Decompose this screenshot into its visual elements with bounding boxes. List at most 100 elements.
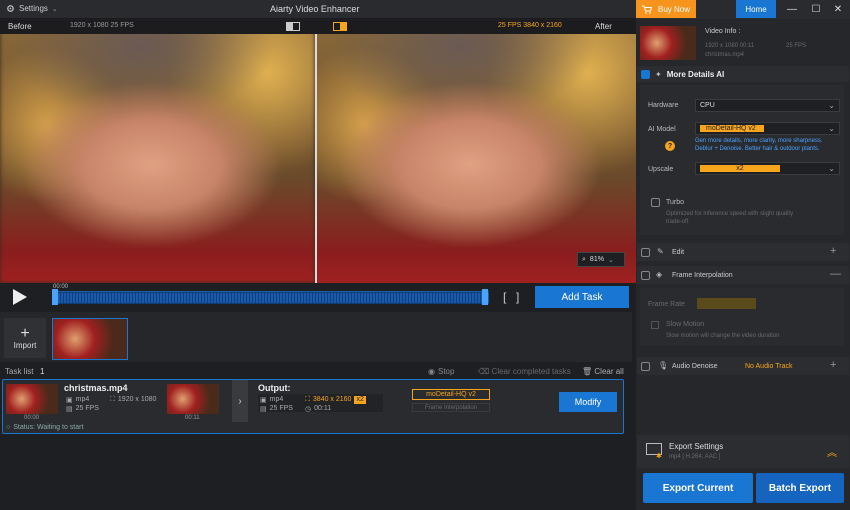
plus-icon[interactable]: + xyxy=(830,359,836,371)
stop-icon: ◉ xyxy=(428,367,435,376)
stop-label: Stop xyxy=(437,367,455,376)
more-details-header[interactable]: ✦ More Details AI xyxy=(637,66,849,82)
frame-interp-row[interactable] xyxy=(637,266,849,284)
upscale-label: Upscale xyxy=(648,166,674,173)
arrow-right-icon: › xyxy=(232,380,248,422)
task-thumbnail-start xyxy=(6,384,58,414)
audio-denoise-checkbox[interactable] xyxy=(641,362,650,371)
sparkle-icon: ✦ xyxy=(655,69,662,79)
upscale-select[interactable]: x2 ⌄ xyxy=(695,162,840,175)
mark-in-icon[interactable]: [ xyxy=(503,290,506,304)
audio-denoise-value: No Audio Track xyxy=(745,363,793,370)
chevron-down-icon: ⌄ xyxy=(607,256,614,264)
export-settings-subtitle: mp4 [ H.264, AAC ] xyxy=(669,454,721,460)
close-icon[interactable]: ✕ xyxy=(826,0,850,18)
upscale-value: x2 xyxy=(700,165,780,172)
minimize-icon[interactable]: — xyxy=(780,0,804,18)
export-current-button[interactable]: Export Current xyxy=(643,473,753,503)
edit-icon: ✎ xyxy=(657,247,664,256)
gear-icon: ✱ xyxy=(656,453,662,460)
side-view-icon[interactable] xyxy=(333,22,347,31)
minus-icon[interactable]: — xyxy=(830,268,841,280)
turbo-desc-2: trade-off xyxy=(666,219,689,225)
task-out-duration: ◷ 00:11 xyxy=(305,405,332,413)
model-badge: moDetail-HQ v2 xyxy=(412,389,490,400)
task-end-time: 00:11 xyxy=(185,415,200,421)
task-in-res: ⛶ 1920 x 1080 xyxy=(110,396,157,403)
film-icon: ▤ xyxy=(66,406,73,413)
frame-interp-badge: Frame Interpolation xyxy=(412,403,490,412)
file-icon: ▣ xyxy=(260,397,267,404)
before-preview xyxy=(0,20,315,283)
checkbox-checked[interactable] xyxy=(641,69,650,79)
hardware-value: CPU xyxy=(700,102,715,109)
edit-row[interactable] xyxy=(637,243,849,261)
settings-label: Settings xyxy=(19,4,48,13)
broom-icon: ⌫ xyxy=(478,367,492,376)
maximize-icon[interactable]: ☐ xyxy=(804,0,828,18)
help-icon[interactable]: ? xyxy=(665,141,675,151)
zoom-control[interactable]: ⌕ 81% ⌄ xyxy=(577,252,625,267)
hardware-label: Hardware xyxy=(648,102,679,109)
chevron-down-icon: ⌄ xyxy=(828,124,835,133)
turbo-label: Turbo xyxy=(666,199,685,206)
edit-checkbox[interactable] xyxy=(641,248,650,257)
buy-now-button[interactable]: Buy Now xyxy=(636,0,696,18)
hardware-select[interactable]: CPU ⌄ xyxy=(695,99,840,112)
video-info-label: Video Info : xyxy=(705,28,741,35)
export-settings-row[interactable] xyxy=(637,435,849,468)
output-label: Output: xyxy=(258,383,291,393)
mark-out-icon[interactable]: ] xyxy=(516,290,519,304)
clear-completed-button[interactable]: ⌫ Clear completed tasks xyxy=(478,367,571,376)
video-info-file: christmas.mp4 xyxy=(705,52,745,58)
add-task-button[interactable]: Add Task xyxy=(535,286,629,308)
turbo-checkbox[interactable] xyxy=(651,198,660,207)
clock-icon: ◷ xyxy=(305,406,312,413)
trash-icon: 🗑 xyxy=(582,367,593,376)
split-view-icon[interactable] xyxy=(286,22,300,31)
task-thumbnail-end xyxy=(167,384,219,414)
after-label: After xyxy=(595,22,612,31)
resolution-icon: ⛶ xyxy=(305,396,310,403)
chevron-down-icon: ⌄ xyxy=(828,164,835,173)
home-button[interactable]: Home xyxy=(736,0,776,18)
trim-start-handle[interactable] xyxy=(52,289,58,305)
app-title: Aiarty Video Enhancer xyxy=(270,4,360,14)
frame-interp-icon: ◈ xyxy=(656,270,663,279)
settings-menu[interactable]: Settings ⌄ xyxy=(6,4,58,13)
before-info: 1920 x 1080 25 FPS xyxy=(70,22,134,29)
zoom-icon: ⌕ xyxy=(582,255,586,263)
tasklist-title: Task list xyxy=(5,367,34,376)
clear-all-button[interactable]: 🗑 Clear all xyxy=(582,367,624,376)
modify-button[interactable]: Modify xyxy=(559,392,617,412)
task-in-fps: ▤ 25 FPS xyxy=(66,405,99,413)
plus-icon[interactable]: + xyxy=(830,245,836,257)
ai-model-select[interactable]: moDetail-HQ v2 ⌄ xyxy=(695,122,840,135)
file-icon: ▣ xyxy=(66,397,73,404)
slow-motion-checkbox[interactable] xyxy=(651,321,659,329)
chevron-down-icon: ⌄ xyxy=(51,5,58,13)
trim-end-handle[interactable] xyxy=(482,289,488,305)
clear-completed-label: Clear completed tasks xyxy=(491,367,571,376)
timeline-track[interactable] xyxy=(52,291,489,304)
play-icon[interactable] xyxy=(8,286,30,308)
zoom-value: 81% xyxy=(589,256,604,263)
microphone-icon: 🎙 xyxy=(658,361,669,370)
video-info-thumbnail xyxy=(640,26,696,60)
clear-all-label: Clear all xyxy=(594,367,624,376)
after-preview xyxy=(317,20,636,283)
frame-interp-checkbox[interactable] xyxy=(641,271,650,280)
export-settings-title: Export Settings xyxy=(669,442,724,451)
chevron-double-up-icon[interactable]: ︽ xyxy=(827,444,837,459)
batch-export-button[interactable]: Batch Export xyxy=(756,473,844,503)
stop-button[interactable]: ◉ Stop xyxy=(428,367,454,376)
import-button[interactable]: + Import xyxy=(4,318,46,358)
film-icon: ▤ xyxy=(260,406,267,413)
compare-divider[interactable] xyxy=(315,20,317,283)
frame-rate-select[interactable] xyxy=(697,298,756,309)
audio-denoise-row[interactable] xyxy=(637,357,849,375)
video-info-res: 1920 x 1080 00:11 xyxy=(705,43,755,49)
ai-model-value: moDetail-HQ v2 xyxy=(700,125,764,132)
frame-interp-label: Frame Interpolation xyxy=(672,272,733,279)
media-thumbnail[interactable] xyxy=(52,318,128,360)
